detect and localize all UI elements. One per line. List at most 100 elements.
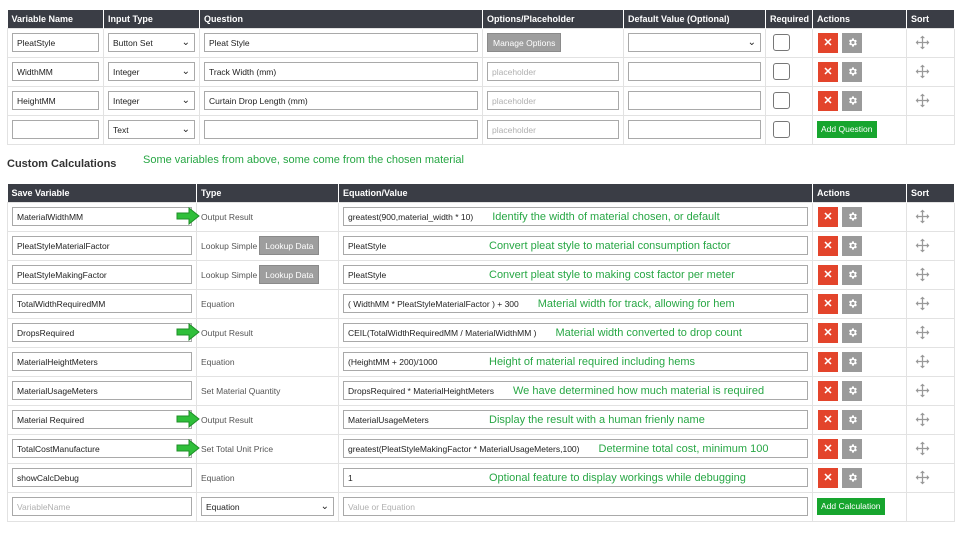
new-placeholder-input[interactable]: placeholder <box>487 120 619 139</box>
calc-type-label: Set Material Quantity <box>201 385 281 396</box>
lookup-data-button[interactable]: Lookup Data <box>259 265 320 284</box>
add-question-button[interactable]: Add Question <box>817 121 877 138</box>
equation-cell: DropsRequired * MaterialHeightMeters We h… <box>338 375 813 406</box>
delete-button[interactable]: ✕ <box>818 293 838 314</box>
question-input[interactable]: Track Width (mm) <box>204 62 478 81</box>
settings-button[interactable] <box>842 380 862 401</box>
input-type-select[interactable]: Integer ⌄ <box>108 62 195 81</box>
calculation-row: Material Required Output Result MaterialUs… <box>7 404 955 435</box>
save-variable-input[interactable]: MaterialWidthMM <box>12 207 192 226</box>
new-question-input[interactable] <box>204 120 478 139</box>
new-default-value-input[interactable] <box>628 120 761 139</box>
delete-button[interactable]: ✕ <box>818 264 838 285</box>
save-variable-input[interactable]: DropsRequired <box>12 323 192 342</box>
gear-icon <box>848 415 857 424</box>
sort-cell <box>906 201 955 232</box>
variable-name-input[interactable]: WidthMM <box>12 62 99 81</box>
move-icon[interactable] <box>915 267 930 282</box>
settings-button[interactable] <box>842 293 862 314</box>
close-icon: ✕ <box>823 95 833 107</box>
variable-name-input[interactable]: PleatStyle <box>12 33 99 52</box>
delete-button[interactable]: ✕ <box>818 438 838 459</box>
manage-options-button[interactable]: Manage Options <box>487 33 562 52</box>
new-required-checkbox[interactable] <box>773 121 790 138</box>
default-value-input[interactable] <box>628 91 761 110</box>
new-input-type-select[interactable]: Text ⌄ <box>108 120 195 139</box>
required-checkbox[interactable] <box>773 34 790 51</box>
new-variable-name-input[interactable] <box>12 120 99 139</box>
required-checkbox[interactable] <box>773 63 790 80</box>
type-group: Equation <box>201 357 334 367</box>
settings-button[interactable] <box>842 235 862 256</box>
arrow-annotation <box>176 322 200 343</box>
move-icon[interactable] <box>915 238 930 253</box>
question-input[interactable]: Pleat Style <box>204 33 478 52</box>
delete-button[interactable]: ✕ <box>818 61 838 82</box>
variable-name-input[interactable]: HeightMM <box>12 91 99 110</box>
save-variable-input[interactable]: MaterialUsageMeters <box>12 381 192 400</box>
new-variable-input[interactable]: VariableName <box>12 497 192 516</box>
settings-button[interactable] <box>842 322 862 343</box>
delete-button[interactable]: ✕ <box>818 380 838 401</box>
calc-type-label: Equation <box>201 472 235 483</box>
input-type-select[interactable]: Button Set ⌄ <box>108 33 195 52</box>
save-variable-input[interactable]: showCalcDebug <box>12 468 192 487</box>
delete-button[interactable]: ✕ <box>818 235 838 256</box>
settings-button[interactable] <box>842 409 862 430</box>
save-variable-input[interactable]: Material Required <box>12 410 192 429</box>
delete-button[interactable]: ✕ <box>818 467 838 488</box>
settings-button[interactable] <box>842 32 862 53</box>
settings-button[interactable] <box>842 438 862 459</box>
move-icon[interactable] <box>915 412 930 427</box>
save-variable-input[interactable]: MaterialHeightMeters <box>12 352 192 371</box>
move-icon[interactable] <box>915 93 930 108</box>
default-value-select[interactable]: ⌄ <box>628 33 761 52</box>
new-equation-input[interactable]: Value or Equation <box>343 497 808 516</box>
save-variable-input[interactable]: PleatStyleMakingFactor <box>12 265 192 284</box>
actions-cell: ✕ <box>812 346 907 377</box>
chevron-down-icon: ⌄ <box>181 66 190 77</box>
question-input[interactable]: Curtain Drop Length (mm) <box>204 91 478 110</box>
lookup-data-button[interactable]: Lookup Data <box>259 236 320 255</box>
actions-group: ✕ <box>817 380 902 401</box>
save-variable-input[interactable]: PleatStyleMaterialFactor <box>12 236 192 255</box>
type-group: Output Result <box>201 212 334 222</box>
question-cell <box>199 114 483 145</box>
calc-type-label: Equation <box>201 356 235 367</box>
settings-button[interactable] <box>842 206 862 227</box>
type-group: Equation <box>201 299 334 309</box>
column-header: Input Type <box>103 10 200 28</box>
delete-button[interactable]: ✕ <box>818 322 838 343</box>
required-checkbox[interactable] <box>773 92 790 109</box>
settings-button[interactable] <box>842 467 862 488</box>
settings-button[interactable] <box>842 264 862 285</box>
save-variable-input[interactable]: TotalWidthRequiredMM <box>12 294 192 313</box>
default-value-input[interactable] <box>628 62 761 81</box>
delete-button[interactable]: ✕ <box>818 32 838 53</box>
settings-button[interactable] <box>842 351 862 372</box>
placeholder-input[interactable]: placeholder <box>487 62 619 81</box>
move-icon[interactable] <box>915 35 930 50</box>
settings-button[interactable] <box>842 90 862 111</box>
move-icon[interactable] <box>915 325 930 340</box>
input-type-select[interactable]: Integer ⌄ <box>108 91 195 110</box>
delete-button[interactable]: ✕ <box>818 409 838 430</box>
move-icon[interactable] <box>915 296 930 311</box>
move-icon[interactable] <box>915 64 930 79</box>
placeholder-input[interactable]: placeholder <box>487 91 619 110</box>
move-icon[interactable] <box>915 209 930 224</box>
delete-button[interactable]: ✕ <box>818 206 838 227</box>
move-icon[interactable] <box>915 470 930 485</box>
actions-cell: ✕ <box>812 317 907 348</box>
equation-cell: CEIL(TotalWidthRequiredMM / MaterialWidt… <box>338 317 813 348</box>
settings-button[interactable] <box>842 61 862 82</box>
add-calculation-button[interactable]: Add Calculation <box>817 498 885 515</box>
new-calc-type-select[interactable]: Equation ⌄ <box>201 497 334 516</box>
sort-cell <box>906 56 955 87</box>
move-icon[interactable] <box>915 354 930 369</box>
delete-button[interactable]: ✕ <box>818 351 838 372</box>
move-icon[interactable] <box>915 383 930 398</box>
delete-button[interactable]: ✕ <box>818 90 838 111</box>
move-icon[interactable] <box>915 441 930 456</box>
save-variable-input[interactable]: TotalCostManufacture <box>12 439 192 458</box>
